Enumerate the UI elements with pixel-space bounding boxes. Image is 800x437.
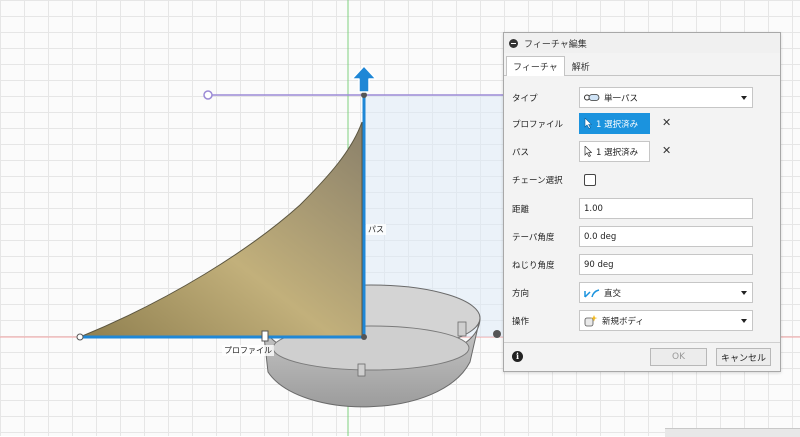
type-label: タイプ	[512, 94, 538, 104]
new-body-icon	[584, 314, 598, 326]
distance-row: 距離 1.00	[504, 198, 780, 220]
twist-input[interactable]: 90 deg	[579, 254, 753, 275]
chevron-down-icon	[741, 291, 747, 295]
distance-manipulator-arrow-icon[interactable]	[351, 65, 377, 93]
taper-row: テーパ角度 0.0 deg	[504, 226, 780, 248]
orientation-label: 方向	[512, 289, 530, 299]
axis-origin-point[interactable]	[493, 330, 501, 338]
dialog-title-bar[interactable]: フィーチャ編集	[504, 33, 780, 53]
clear-path-icon[interactable]: ✕	[662, 145, 671, 157]
distance-input[interactable]: 1.00	[579, 198, 753, 219]
taper-input[interactable]: 0.0 deg	[579, 226, 753, 247]
cursor-arrow-icon	[584, 146, 592, 157]
path-end-point[interactable]	[361, 92, 367, 98]
chain-label: チェーン選択	[512, 176, 563, 186]
chain-row: チェーン選択	[504, 169, 780, 191]
collapse-icon[interactable]	[509, 38, 518, 48]
type-row: タイプ 単一パス	[504, 87, 780, 109]
profile-label: プロファイル	[222, 345, 274, 356]
twist-label: ねじり角度	[512, 261, 555, 271]
orientation-icon	[584, 288, 600, 298]
cursor-arrow-icon	[584, 118, 592, 129]
orientation-value: 直交	[604, 288, 622, 299]
sweep-body[interactable]	[79, 121, 363, 338]
profile-select-button[interactable]: 1 選択済み	[579, 113, 650, 134]
path-start-point[interactable]	[361, 334, 367, 340]
clear-profile-icon[interactable]: ✕	[662, 117, 671, 129]
taper-label: テーパ角度	[512, 233, 555, 243]
info-icon[interactable]: i	[512, 351, 523, 362]
chevron-down-icon	[741, 319, 747, 323]
path-label: パス	[366, 224, 386, 235]
edit-feature-dialog: フィーチャ編集 フィーチャ 解析 タイプ 単一パス プロファイル 1 選択済み …	[503, 32, 781, 372]
type-select[interactable]: 単一パス	[579, 87, 753, 108]
dialog-title: フィーチャ編集	[524, 39, 587, 50]
path-row: パス 1 選択済み ✕	[504, 141, 780, 163]
operation-select[interactable]: 新規ボディ	[579, 310, 753, 331]
path-field-label: パス	[512, 148, 530, 158]
profile-row: プロファイル 1 選択済み ✕	[504, 113, 780, 135]
sketch-point[interactable]	[203, 90, 213, 100]
profile-grip[interactable]	[261, 330, 269, 342]
orientation-row: 方向 直交	[504, 282, 780, 304]
path-value: 1 選択済み	[596, 147, 639, 158]
ok-button[interactable]: OK	[650, 348, 707, 366]
twist-row: ねじり角度 90 deg	[504, 254, 780, 276]
profile-value: 1 選択済み	[596, 119, 639, 130]
chevron-down-icon	[741, 96, 747, 100]
profile-endpoint[interactable]	[76, 333, 84, 341]
operation-value: 新規ボディ	[602, 316, 644, 327]
tab-analysis[interactable]: 解析	[565, 56, 597, 76]
dialog-footer: i OK キャンセル	[504, 342, 780, 371]
profile-field-label: プロファイル	[512, 120, 564, 130]
operation-label: 操作	[512, 317, 530, 327]
tab-feature[interactable]: フィーチャ	[506, 56, 565, 76]
path-select-button[interactable]: 1 選択済み	[579, 141, 650, 162]
type-value: 単一パス	[604, 93, 639, 104]
orientation-select[interactable]: 直交	[579, 282, 753, 303]
dialog-tabs: フィーチャ 解析	[504, 53, 780, 76]
operation-row: 操作 新規ボディ	[504, 310, 780, 332]
single-path-icon	[584, 94, 600, 101]
distance-label: 距離	[512, 205, 530, 215]
chain-checkbox[interactable]	[584, 174, 596, 186]
cancel-button[interactable]: キャンセル	[716, 348, 771, 366]
